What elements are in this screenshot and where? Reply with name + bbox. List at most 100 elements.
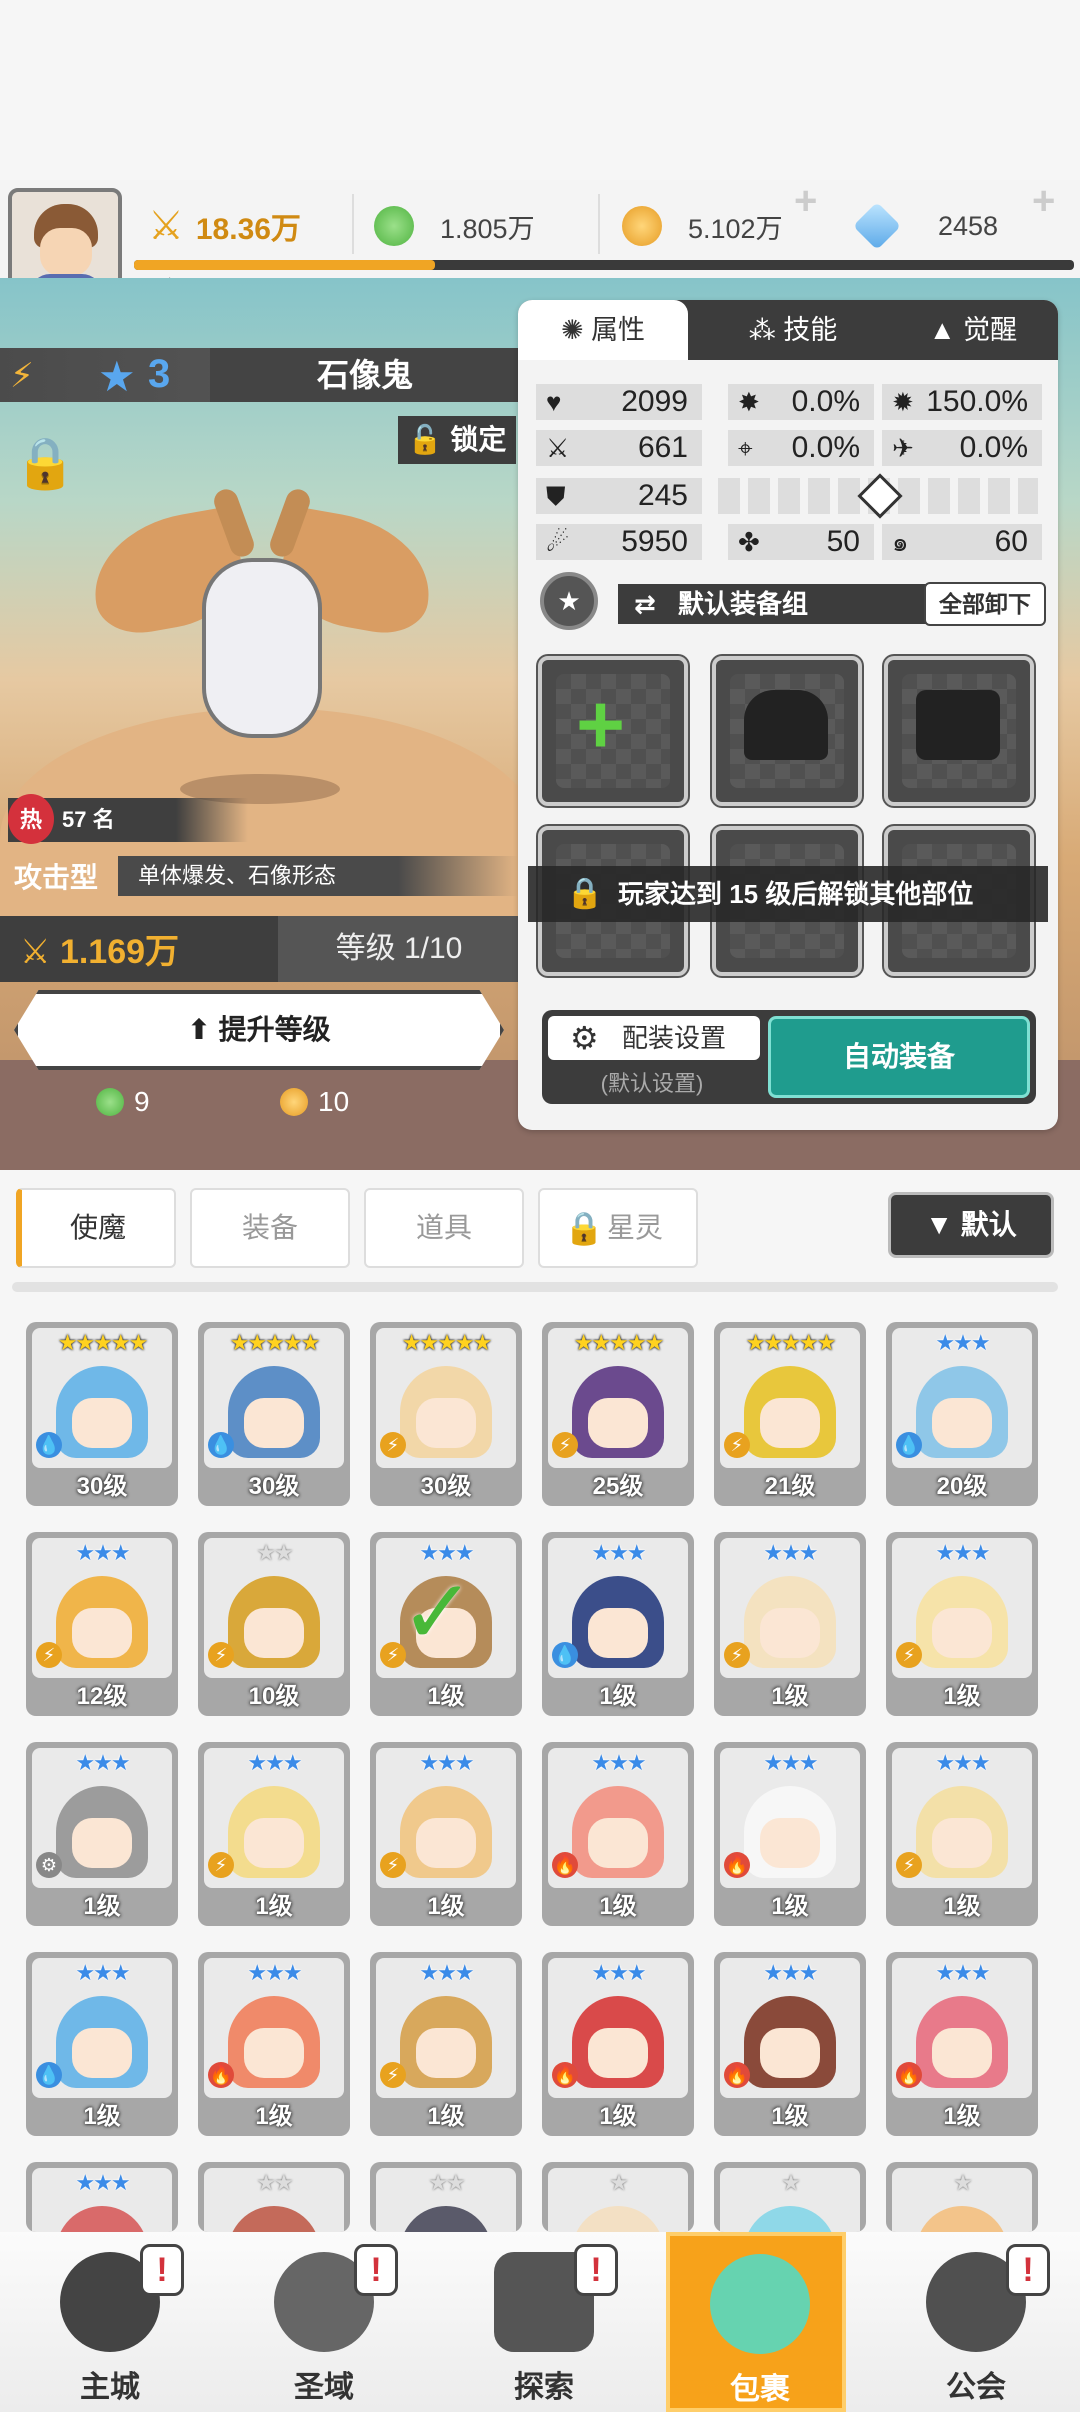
sun-icon: ✹ [892, 387, 914, 417]
familiar-portrait: ★ [720, 2168, 860, 2232]
familiar-card[interactable]: ★★★ 🔥 1级 [714, 1952, 866, 2136]
familiar-head [228, 2206, 320, 2232]
element-icon: 🔥 [552, 1852, 578, 1878]
element-icon: ⚡ [208, 1642, 234, 1668]
tab-attributes[interactable]: ✺ 属性 [518, 300, 688, 360]
familiar-card[interactable]: ★ [886, 2162, 1038, 2232]
familiar-card[interactable]: ★★ [198, 2162, 350, 2232]
shield-icon: ⛊ [546, 481, 566, 511]
warning-icon [857, 473, 903, 519]
familiar-portrait: ★★★ ⚙ [32, 1748, 172, 1888]
familiar-card[interactable]: ★★★ 💧 20级 [886, 1322, 1038, 1506]
lock-button[interactable]: 🔓 锁定 [398, 416, 516, 464]
element-icon: ⚡ [380, 1432, 406, 1458]
add-gold-icon[interactable]: + [794, 181, 830, 222]
deployed-check-icon: ✓ [400, 1563, 476, 1663]
stat-hp: ♥ 2099 [536, 384, 702, 420]
familiar-card[interactable]: ★★★ ⚡ 1级 [714, 1532, 866, 1716]
familiar-portrait: ★★★ ⚡ [892, 1538, 1032, 1678]
tab-skills[interactable]: ⁂ 技能 [708, 300, 878, 360]
familiar-card[interactable]: ★★★ ⚡ 1级 [370, 1742, 522, 1926]
familiar-card[interactable]: ★★★ ⚡ 1级 [370, 1952, 522, 2136]
familiar-card[interactable]: ★★★ 🔥 1级 [542, 1742, 694, 1926]
gold-coin-icon [280, 1088, 308, 1116]
element-icon: 💧 [896, 1432, 922, 1458]
familiar-head [400, 2206, 492, 2232]
tab-awaken[interactable]: ▲ 觉醒 [888, 300, 1058, 360]
equip-slot-helmet[interactable] [712, 656, 862, 806]
familiar-card[interactable]: ★★★ ⚡ 1级 [198, 1742, 350, 1926]
star-rating: ★★★ [419, 1750, 474, 1775]
familiar-card[interactable]: ★★★ ⚙ 1级 [26, 1742, 178, 1926]
nav-explore[interactable]: ! 探索 [454, 2244, 634, 2412]
tab-familiars[interactable]: 使魔 [16, 1188, 176, 1268]
auto-equip-button[interactable]: 自动装备 [768, 1016, 1030, 1098]
familiar-portrait: ★★★ ⚡ [376, 1748, 516, 1888]
nav-inventory[interactable]: 包裹 [666, 2232, 846, 2412]
element-icon: 🔥 [208, 2062, 234, 2088]
padlock-icon[interactable]: 🔒 [14, 434, 94, 504]
familiar-card[interactable]: ★★★ ⚡ 1级 [886, 1532, 1038, 1716]
stat-value: 0.0% [791, 385, 860, 418]
hot-flame-icon: 热 [8, 794, 54, 844]
hero-power: ⚔ 1.169万 [20, 933, 180, 971]
star-rating: ★★★★★ [573, 1330, 665, 1355]
equip-slot-armor[interactable] [884, 656, 1034, 806]
tab-items[interactable]: 道具 [364, 1188, 524, 1268]
familiar-card[interactable]: ★★★ 🔥 1级 [886, 1952, 1038, 2136]
tab-star-spirit[interactable]: 🔒 星灵 [538, 1188, 698, 1268]
familiar-card[interactable]: ★ [542, 2162, 694, 2232]
tab-label: 技能 [783, 315, 838, 345]
upgrade-level-button[interactable]: ⬆ 提升等级 [14, 990, 504, 1070]
familiar-face [588, 2028, 648, 2078]
cost-green-value: 9 [134, 1086, 150, 1117]
diamond-currency[interactable]: 2458 + [852, 181, 1060, 260]
familiar-card[interactable]: ★★★★★ 💧 30级 [26, 1322, 178, 1506]
familiar-card[interactable]: ★★★ 💧 1级 [26, 1952, 178, 2136]
familiar-portrait: ★★ [376, 2168, 516, 2232]
familiar-card[interactable]: ★★★ ⚡ ✓ 1级 [370, 1532, 522, 1716]
familiar-card[interactable]: ★★★ 🔥 1级 [198, 1952, 350, 2136]
element-icon: ⚡ [724, 1432, 750, 1458]
familiar-face [932, 2028, 992, 2078]
gold-currency[interactable]: 5.102万 + [622, 181, 822, 260]
loadout-settings-button[interactable]: ⚙ 配装设置 [548, 1016, 760, 1060]
armor-icon [916, 690, 1000, 760]
skills-icon: ⁂ [748, 315, 784, 345]
familiar-card[interactable]: ★★★★★ ⚡ 21级 [714, 1322, 866, 1506]
equip-group-selector[interactable]: ⇄ 默认装备组 [618, 584, 948, 624]
tab-equipment[interactable]: 装备 [190, 1188, 350, 1268]
add-diamond-icon[interactable]: + [1032, 181, 1068, 222]
familiar-card[interactable]: ★★★★★ ⚡ 30级 [370, 1322, 522, 1506]
equip-slot-weapon[interactable]: + [538, 656, 688, 806]
star-rating: ★★★ [247, 1960, 302, 1985]
familiar-card[interactable]: ★★★ ⚡ 1级 [886, 1742, 1038, 1926]
green-gem-icon [374, 206, 414, 246]
nav-label: 公会 [946, 2371, 1006, 2404]
nav-main-city[interactable]: ! 主城 [20, 2244, 200, 2412]
unload-all-button[interactable]: 全部卸下 [924, 582, 1046, 626]
familiar-card[interactable]: ★★★ [26, 2162, 178, 2232]
familiar-head [744, 2206, 836, 2232]
nav-sanctuary[interactable]: ! 圣域 [234, 2244, 414, 2412]
familiar-card[interactable]: ★★★ 💧 1级 [542, 1532, 694, 1716]
familiar-card[interactable]: ★★ ⚡ 10级 [198, 1532, 350, 1716]
element-icon: ⚡ [380, 1852, 406, 1878]
familiar-card[interactable]: ★★★★★ ⚡ 25级 [542, 1322, 694, 1506]
nav-guild[interactable]: ! 公会 [886, 2244, 1066, 2412]
star-rating: ★★★ [247, 1750, 302, 1775]
sort-dropdown[interactable]: ▼ 默认 [888, 1192, 1054, 1258]
stat-value: 661 [637, 431, 688, 464]
familiar-card[interactable]: ★★★ 🔥 1级 [714, 1742, 866, 1926]
hero-traits: 单体爆发、石像形态 [118, 856, 518, 896]
stat-value: 2099 [621, 385, 688, 418]
familiar-card[interactable]: ★★★ ⚡ 12级 [26, 1532, 178, 1716]
helmet-icon [744, 690, 828, 760]
stat-value: 0.0% [791, 431, 860, 464]
familiar-card[interactable]: ★★ [370, 2162, 522, 2232]
familiar-card[interactable]: ★★★★★ 💧 30级 [198, 1322, 350, 1506]
alert-badge: ! [354, 2244, 398, 2296]
familiar-card[interactable]: ★ [714, 2162, 866, 2232]
familiar-card[interactable]: ★★★ 🔥 1级 [542, 1952, 694, 2136]
popularity-rank[interactable]: 热 57 名 [8, 794, 248, 844]
